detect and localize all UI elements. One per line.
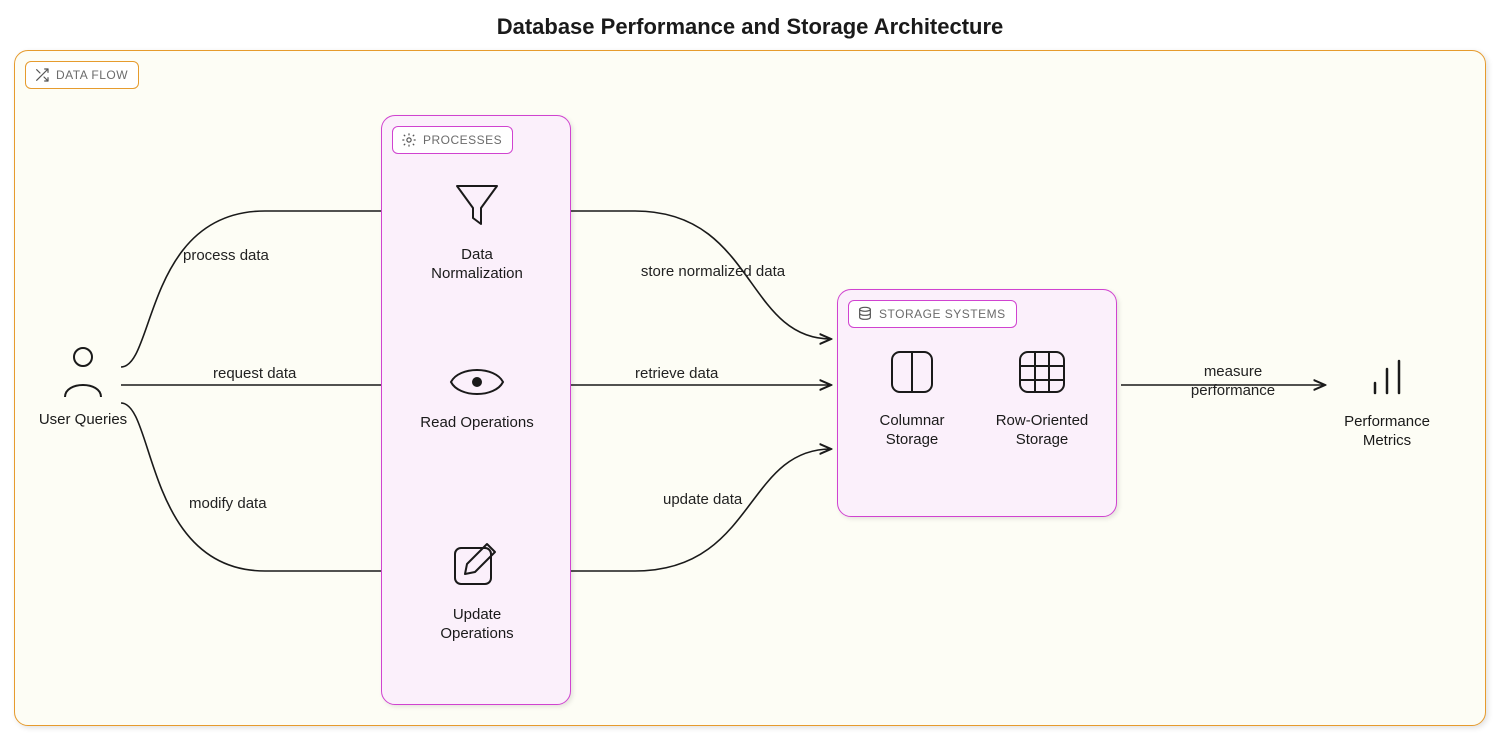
processes-container: PROCESSES Data Normalization Read Operat…: [381, 115, 571, 705]
node-read-operations: Read Operations: [417, 362, 537, 433]
node-performance-metrics-label: Performance Metrics: [1327, 413, 1447, 451]
shuffle-icon: [34, 67, 50, 83]
funnel-icon: [417, 178, 537, 240]
node-columnar-storage-label: Columnar Storage: [857, 412, 967, 450]
processes-badge: PROCESSES: [392, 126, 513, 154]
node-performance-metrics: Performance Metrics: [1327, 353, 1447, 450]
columns-icon: [857, 344, 967, 406]
edge-label-retrieve-data: retrieve data: [635, 365, 718, 382]
processes-badge-label: PROCESSES: [423, 133, 502, 147]
edge-label-process-data: process data: [183, 247, 269, 264]
data-flow-container: DATA FLOW process data request data modi…: [14, 50, 1486, 726]
node-read-operations-label: Read Operations: [417, 414, 537, 433]
node-row-storage-label: Row-Oriented Storage: [987, 412, 1097, 450]
data-flow-badge-label: DATA FLOW: [56, 68, 128, 82]
node-columnar-storage: Columnar Storage: [857, 344, 967, 449]
node-user-queries-label: User Queries: [33, 411, 133, 430]
grid-icon: [987, 344, 1097, 406]
eye-icon: [417, 362, 537, 408]
edge-label-update-data: update data: [663, 491, 742, 508]
edge-label-modify-data: modify data: [189, 495, 267, 512]
node-update-operations-label: Update Operations: [417, 606, 537, 644]
node-user-queries: User Queries: [33, 343, 133, 430]
bars-icon: [1327, 353, 1447, 407]
storage-container: STORAGE SYSTEMS Columnar Storage: [837, 289, 1117, 517]
edit-icon: [417, 538, 537, 600]
database-icon: [857, 306, 873, 322]
data-flow-badge: DATA FLOW: [25, 61, 139, 89]
edge-label-store-normalized: store normalized data: [633, 263, 793, 282]
storage-badge: STORAGE SYSTEMS: [848, 300, 1017, 328]
edge-label-request-data: request data: [213, 365, 296, 382]
user-icon: [33, 343, 133, 405]
gear-icon: [401, 132, 417, 148]
storage-badge-label: STORAGE SYSTEMS: [879, 307, 1006, 321]
diagram-title: Database Performance and Storage Archite…: [0, 14, 1500, 40]
edge-label-measure-perf: measure performance: [1163, 363, 1303, 401]
node-data-normalization: Data Normalization: [417, 178, 537, 283]
node-data-normalization-label: Data Normalization: [417, 246, 537, 284]
node-update-operations: Update Operations: [417, 538, 537, 643]
node-row-storage: Row-Oriented Storage: [987, 344, 1097, 449]
